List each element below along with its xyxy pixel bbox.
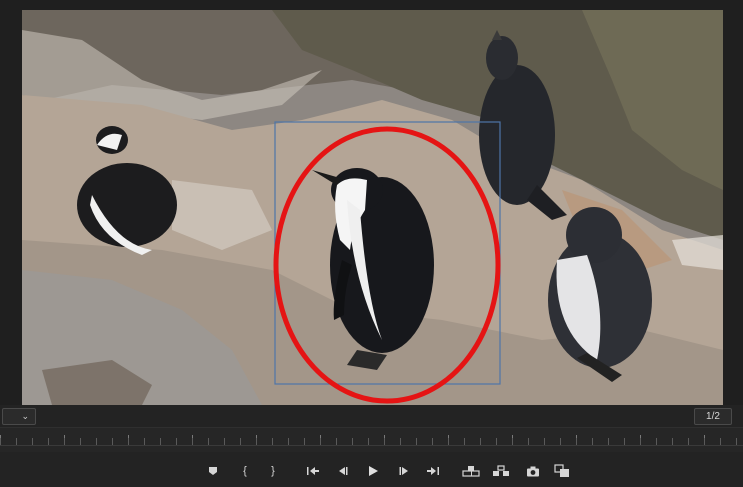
export-frame-button[interactable]: [522, 461, 544, 481]
comparison-view-button[interactable]: [551, 461, 573, 481]
status-row: ⌄ 1/2: [0, 405, 743, 427]
step-back-button[interactable]: [332, 461, 354, 481]
go-to-out-button[interactable]: [422, 461, 444, 481]
mark-out-icon: }: [271, 465, 275, 477]
add-marker-button[interactable]: [202, 461, 224, 481]
viewer-area: [0, 0, 743, 405]
video-frame[interactable]: [22, 10, 723, 405]
step-forward-icon: [399, 467, 408, 475]
step-back-icon: [339, 467, 348, 475]
step-forward-button[interactable]: [393, 461, 415, 481]
comparison-view-icon: [554, 464, 569, 477]
marker-icon: [209, 467, 217, 475]
play-icon: [369, 466, 378, 476]
chevron-down-icon: ⌄: [21, 411, 29, 421]
mark-out-button[interactable]: }: [262, 461, 284, 481]
ruler-minor-ticks: [0, 438, 743, 445]
extract-button[interactable]: [490, 461, 512, 481]
transport-controls: { }: [0, 455, 743, 487]
lift-button[interactable]: [460, 461, 482, 481]
camera-icon: [527, 466, 539, 476]
go-to-out-icon: [427, 467, 439, 475]
extract-icon: [493, 465, 509, 476]
lift-icon: [462, 466, 480, 477]
mark-in-button[interactable]: {: [234, 461, 256, 481]
play-button[interactable]: [362, 461, 384, 481]
program-monitor: ⌄ 1/2 { }: [0, 0, 743, 487]
ruler-baseline: [0, 445, 743, 446]
resolution-dropdown[interactable]: 1/2: [694, 408, 732, 425]
mark-in-icon: {: [243, 465, 247, 477]
penguin-photo: [22, 10, 723, 405]
go-to-in-icon: [307, 467, 319, 475]
go-to-in-button[interactable]: [302, 461, 324, 481]
zoom-dropdown[interactable]: ⌄: [2, 408, 36, 425]
timeline-ruler[interactable]: [0, 427, 743, 452]
